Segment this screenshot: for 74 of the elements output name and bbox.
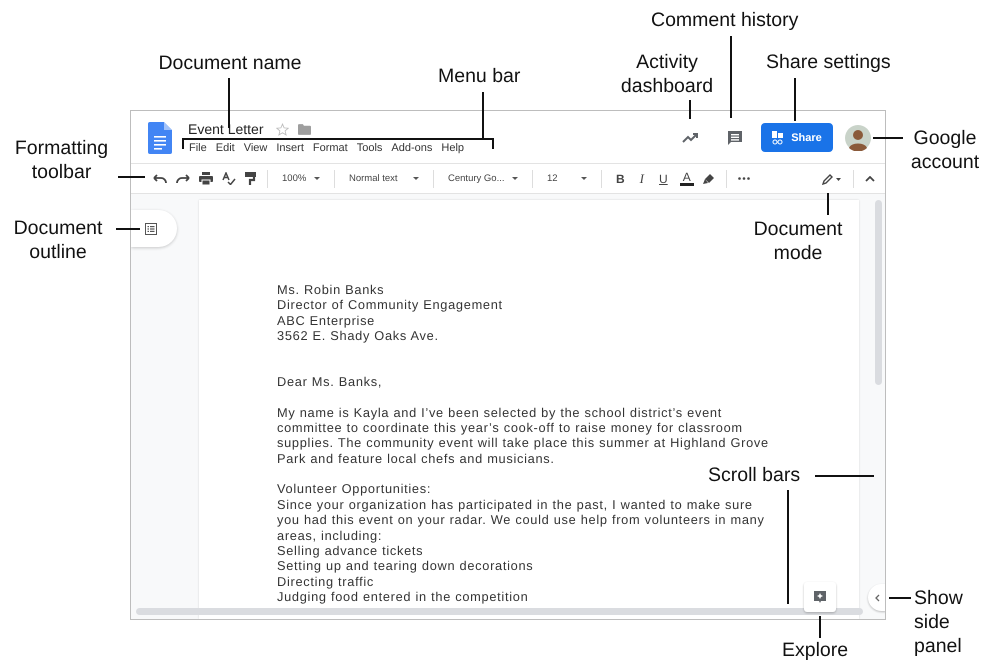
address-line: 3562 E. Shady Oaks Ave. (277, 328, 440, 344)
highlighter-icon[interactable] (702, 172, 715, 184)
share-button[interactable]: Share (761, 123, 833, 152)
menu-item[interactable]: View (244, 142, 268, 154)
callout-label: Document mode (752, 217, 844, 265)
menu-item[interactable]: Insert (276, 142, 304, 154)
chevron-left-icon (874, 594, 880, 602)
underline-button[interactable]: U (656, 172, 671, 186)
outline-icon (145, 222, 157, 234)
task-line: Judging food entered in the competition (277, 588, 530, 604)
callout-label: Explore (782, 639, 850, 661)
vertical-scrollbar[interactable] (875, 200, 882, 385)
print-icon[interactable] (199, 172, 213, 185)
more-icon[interactable] (738, 177, 750, 180)
outline-button[interactable] (131, 210, 177, 247)
docs-logo-icon[interactable] (148, 122, 172, 154)
style-dropdown[interactable]: Normal text (346, 173, 422, 184)
comment-icon[interactable] (727, 130, 743, 146)
address-line: Ms. Robin Banks (277, 282, 386, 298)
menu-item[interactable]: Add-ons (391, 142, 432, 154)
task-line: Setting up and tearing down decorations (277, 558, 534, 574)
callout-label: Google account (910, 126, 980, 174)
leader-line (819, 616, 821, 638)
callout-label: Formatting toolbar (14, 136, 110, 184)
folder-icon[interactable] (298, 124, 310, 134)
menu-item[interactable]: Edit (216, 142, 235, 154)
chevron-up-icon[interactable] (865, 176, 875, 182)
redo-icon[interactable] (176, 174, 190, 183)
trend-icon[interactable] (682, 132, 700, 143)
leader-line (228, 78, 230, 128)
leader-line (873, 137, 903, 139)
avatar-icon[interactable] (845, 124, 871, 150)
callout-label: Document name (157, 51, 303, 75)
callout-label: Menu bar (438, 64, 522, 88)
paint-format-icon[interactable] (245, 172, 256, 185)
menu-item[interactable]: File (189, 142, 207, 154)
undo-icon[interactable] (153, 174, 167, 183)
leader-line (689, 100, 691, 119)
callout-label: Document outline (12, 216, 104, 264)
leader-line (118, 176, 145, 178)
leader-line (116, 228, 140, 230)
leader-line (889, 597, 911, 599)
italic-button[interactable]: I (636, 170, 648, 186)
salutation: Dear Ms. Banks, (277, 374, 384, 390)
menu-item[interactable]: Help (441, 142, 464, 154)
callout-label: Comment history (651, 8, 800, 32)
pencil-icon[interactable] (822, 172, 842, 184)
font-dropdown[interactable]: Century Go... (445, 173, 521, 184)
callout-label: Activity dashboard (620, 50, 714, 98)
spellcheck-icon[interactable] (222, 172, 236, 185)
letter-paragraph: Since your organization has participated in the past, I wanted to make sure you had this event on your radar. We could use help from volunteers in many areas, including: (277, 496, 766, 543)
font-size-dropdown[interactable]: 12 (544, 173, 590, 184)
explore-button[interactable] (804, 582, 836, 612)
menu-item[interactable]: Tools (356, 142, 382, 154)
leader-line (827, 193, 829, 215)
people-icon (772, 130, 784, 144)
callout-label: Share settings (766, 50, 892, 74)
task-line: Directing traffic (277, 574, 376, 589)
section-heading: Volunteer Opportunities: (277, 481, 432, 497)
bold-button[interactable]: B (613, 172, 628, 186)
leader-line (815, 475, 874, 477)
text-color-button[interactable]: A (680, 171, 694, 186)
leader-line (482, 92, 484, 139)
address-line: Director of Community Engagement (277, 297, 504, 313)
star-icon[interactable] (276, 122, 288, 136)
horizontal-scrollbar[interactable] (136, 608, 863, 615)
explore-icon (813, 590, 827, 604)
zoom-dropdown[interactable]: 100% (279, 173, 323, 184)
leader-line (794, 78, 796, 121)
document-title[interactable]: Event Letter (188, 121, 264, 137)
callout-label: Show side panel (914, 586, 964, 658)
menu-item[interactable]: Format (312, 142, 348, 154)
task-line: Selling advance tickets (277, 542, 424, 558)
address-line: ABC Enterprise (277, 312, 376, 328)
